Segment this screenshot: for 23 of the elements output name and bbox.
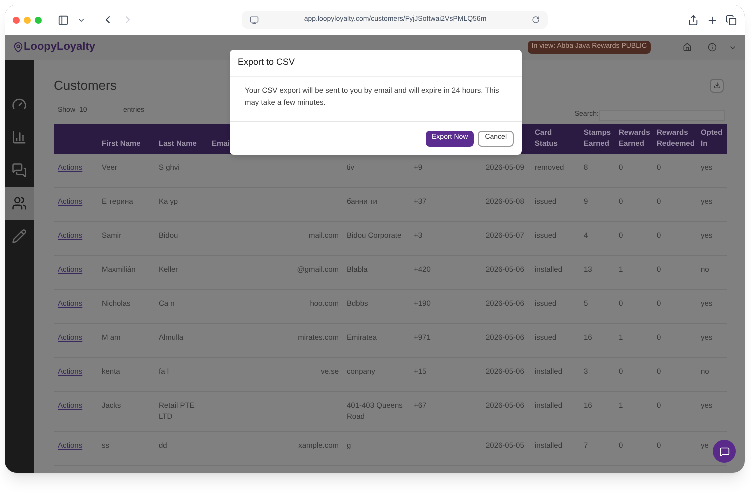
- new-tab-icon[interactable]: [707, 14, 718, 26]
- users-icon: [12, 196, 27, 211]
- info-icon[interactable]: [708, 43, 717, 52]
- window-controls-icon[interactable]: [13, 16, 42, 24]
- chat-icon: [720, 446, 730, 456]
- chat-button[interactable]: [713, 440, 736, 463]
- share-icon[interactable]: [688, 14, 699, 26]
- tabs-icon[interactable]: [726, 14, 737, 26]
- sidebar-toggle-icon[interactable]: [58, 14, 69, 26]
- chart-icon: [12, 130, 27, 145]
- sidebar-item[interactable]: [5, 187, 34, 220]
- home-icon[interactable]: [683, 43, 692, 52]
- download-button[interactable]: [710, 78, 724, 93]
- page-title: Customers: [54, 77, 117, 95]
- dialog-title: Export to CSV: [238, 56, 296, 70]
- dashboard-icon: [12, 97, 27, 112]
- pencil-icon: [12, 229, 27, 244]
- app-logo[interactable]: LoopyLoyalty: [24, 39, 96, 56]
- site-icon: [250, 16, 259, 24]
- reload-icon[interactable]: [532, 16, 540, 24]
- logo-pin-icon: [13, 42, 24, 53]
- download-icon: [714, 82, 720, 90]
- chat-icon: [12, 163, 27, 178]
